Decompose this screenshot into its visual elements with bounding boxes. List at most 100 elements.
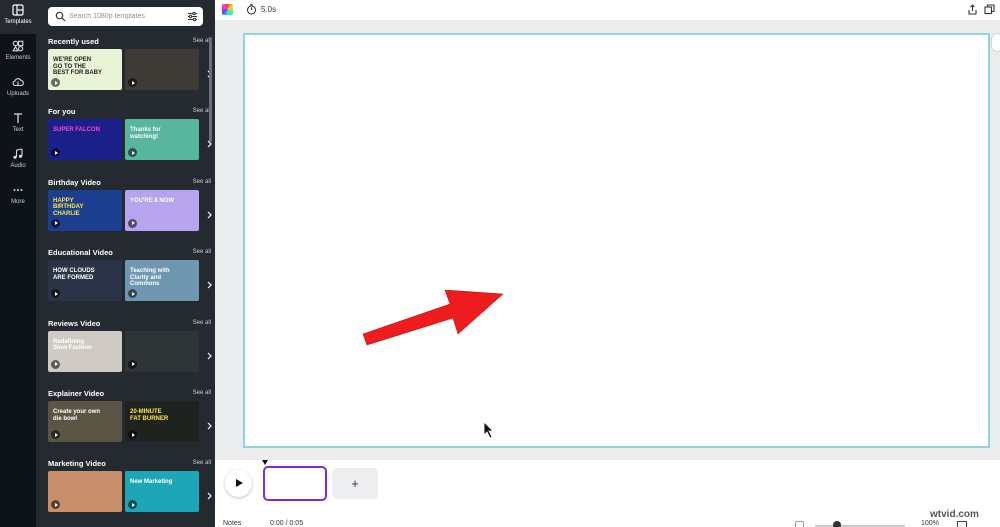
chevron-right-icon[interactable] [207,206,213,219]
template-thumbnail[interactable]: HOW CLOUDS ARE FORMED [48,260,122,302]
zoom-slider-handle[interactable] [833,521,841,527]
chevron-right-icon[interactable] [207,417,213,430]
play-badge-icon [51,78,60,87]
color-picker-icon[interactable] [222,4,233,15]
see-all-link[interactable]: See all [193,460,211,466]
template-thumbnail[interactable]: SUPER FALCON [48,119,122,161]
filter-icon[interactable] [187,11,198,22]
rail-label: Templates [4,19,32,25]
play-badge-icon [51,148,60,158]
thumbnail-caption: 20-MINUTE FAT BURNER [130,409,169,422]
play-badge-icon [51,500,60,510]
rail-item-templates[interactable]: Templates [0,0,36,34]
template-thumbnail[interactable] [48,471,122,513]
timeline-clip[interactable] [263,466,327,501]
uploads-icon [12,76,24,88]
panel-scrollbar[interactable] [209,37,212,142]
template-section: Reviews Video See all Redefining Slow Fash… [48,318,213,375]
text-icon [12,112,24,124]
rail-item-more[interactable]: More [0,180,36,214]
duplicate-icon[interactable] [984,4,995,15]
play-badge-icon [128,218,137,228]
arrow-graphic[interactable] [363,290,508,350]
search-input[interactable] [69,10,179,23]
templates-icon [12,4,24,16]
thumbnail-caption: Create your own die bowl [53,409,101,422]
play-badge-icon [51,218,60,228]
rail-item-audio[interactable]: Audio [0,144,36,178]
play-badge-icon [128,500,137,510]
template-section: Educational Video See all HOW CLOUDS ARE F… [48,248,213,304]
rail-item-elements[interactable]: Elements [0,36,36,70]
rail-label: Elements [5,55,31,61]
template-thumbnail[interactable]: Create your own die bowl [48,401,122,442]
template-thumbnail[interactable] [125,49,199,90]
see-all-link[interactable]: See all [193,320,211,326]
timecode: 0:00 / 0:05 [270,520,304,527]
audio-icon [12,148,24,160]
zoom-level[interactable]: 100% [921,520,939,527]
search-box [48,7,203,26]
thumbnail-caption: SUPER FALCON [53,127,101,134]
template-thumbnail[interactable]: WE'RE OPEN GO TO THE BEST FOR BABY [48,49,122,90]
template-thumbnail[interactable]: Redefining Slow Fashion [48,330,122,372]
rail-label: More [11,199,25,205]
more-icon [12,184,24,196]
timeline: + Notes 0:00 / 0:05 100% [215,460,1000,527]
play-badge-icon [51,359,60,369]
template-thumbnail[interactable] [125,330,199,372]
play-badge-icon [128,359,137,369]
duration-label[interactable]: 5.0s [261,5,276,14]
side-rail: Templates Elements Uploads Text Audio Mo… [0,0,36,527]
see-all-link[interactable]: See all [193,179,211,185]
watermark-suffix: com [958,509,979,520]
top-toolbar: 5.0s [215,0,1000,20]
timer-icon[interactable] [246,4,257,15]
template-thumbnail[interactable]: Teaching with Clarity and Commons [125,260,199,302]
rail-item-text[interactable]: Text [0,108,36,142]
play-badge-icon [128,289,137,299]
chevron-right-icon[interactable] [207,347,213,360]
chevron-right-icon[interactable] [207,276,213,289]
template-thumbnail[interactable]: YOU'RE 8 NOW [125,189,199,231]
see-all-link[interactable]: See all [193,249,211,255]
template-thumbnail[interactable]: HAPPY BIRTHDAY CHARLIE [48,189,122,231]
canvas-workspace [215,20,1000,460]
section-title: Birthday Video [48,177,101,187]
play-badge-icon [51,289,60,299]
thumbnail-caption: Thanks for watching! [130,127,161,140]
section-title: Recently used [48,37,99,46]
thumbnail-caption: Redefining Slow Fashion [53,338,92,352]
watermark-text: wtvid [930,509,956,520]
search-icon [55,11,66,22]
fullscreen-icon[interactable] [957,521,967,527]
play-badge-icon [128,78,137,87]
section-title: Marketing Video [48,459,106,469]
thumbnail-caption: HAPPY BIRTHDAY CHARLIE [53,197,84,217]
template-section: Recently used See all WE'RE OPEN GO TO THE… [48,37,212,93]
grid-view-icon[interactable] [795,521,804,527]
chevron-right-icon[interactable] [207,487,213,500]
watermark: wtvid.com [930,509,979,520]
play-badge-icon [128,148,137,158]
editor-app: Templates Elements Uploads Text Audio Mo… [0,0,1000,527]
section-title: Reviews Video [48,318,101,328]
template-thumbnail[interactable]: 20-MINUTE FAT BURNER [125,401,199,442]
template-section: Explainer Video See all Create your own di… [48,389,213,445]
section-title: For you [48,107,76,117]
rail-label: Audio [10,163,26,169]
share-icon[interactable] [967,4,978,15]
add-page-button[interactable]: + [332,468,378,499]
section-title: Educational Video [48,248,113,258]
see-all-link[interactable]: See all [193,390,211,396]
notes-button[interactable]: Notes [223,520,241,527]
mouse-cursor-icon [483,421,494,439]
page-side-handle[interactable] [992,34,1000,51]
section-title: Explainer Video [48,389,105,398]
template-thumbnail[interactable]: New Marketing [125,471,199,513]
template-thumbnail[interactable]: Thanks for watching! [125,119,199,161]
design-page[interactable] [243,33,990,448]
rail-item-uploads[interactable]: Uploads [0,72,36,106]
play-button[interactable] [225,470,252,497]
template-section: For you See all SUPER FALCON Thanks for wat… [48,107,212,163]
